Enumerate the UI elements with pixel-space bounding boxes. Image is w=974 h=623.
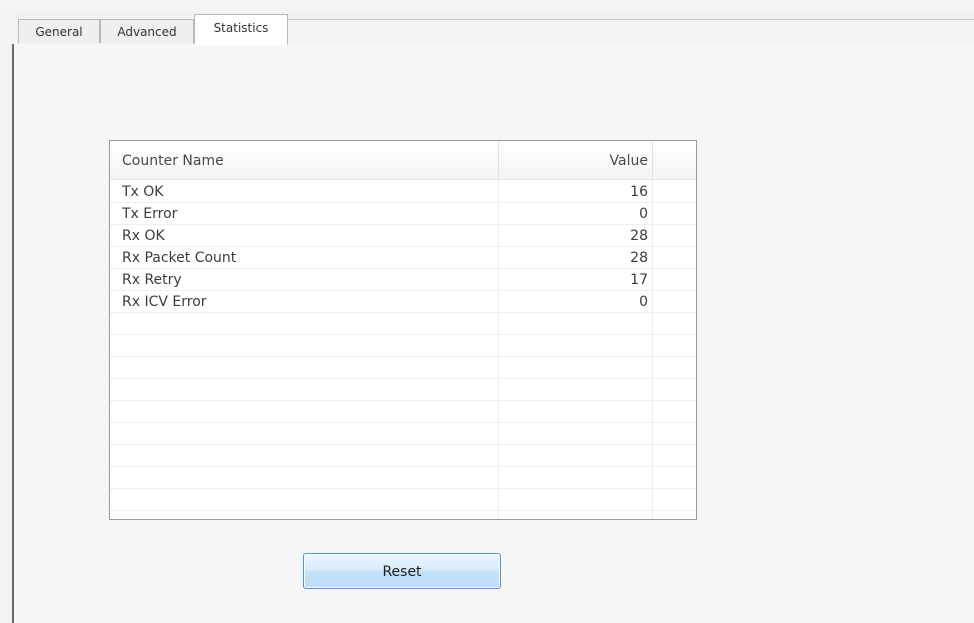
column-header-counter-name[interactable]: Counter Name <box>122 141 498 179</box>
table-row[interactable]: Tx Error 0 <box>110 203 696 225</box>
tab-bar-fill <box>288 19 974 44</box>
tab-advanced[interactable]: Advanced <box>100 19 194 43</box>
list-header: Counter Name Value <box>110 141 696 180</box>
tab-statistics[interactable]: Statistics <box>194 14 288 45</box>
counter-value-cell: 17 <box>630 272 648 288</box>
statistics-list[interactable]: Counter Name Value Tx OK 16 Tx Error 0 R… <box>109 140 697 520</box>
table-row[interactable]: Rx OK 28 <box>110 225 696 247</box>
empty-row <box>110 423 696 445</box>
empty-row <box>110 379 696 401</box>
tab-bar: General Advanced Statistics <box>12 12 974 45</box>
column-header-value[interactable]: Value <box>498 141 652 179</box>
empty-row <box>110 357 696 379</box>
counter-name-cell: Rx ICV Error <box>122 294 207 310</box>
tab-general[interactable]: General <box>18 19 100 43</box>
table-row[interactable]: Rx Retry 17 <box>110 269 696 291</box>
empty-row <box>110 467 696 489</box>
table-row[interactable]: Rx ICV Error 0 <box>110 291 696 313</box>
counter-value-cell: 16 <box>630 184 648 200</box>
reset-button[interactable]: Reset <box>303 553 501 589</box>
empty-row <box>110 445 696 467</box>
counter-value-cell: 28 <box>630 250 648 266</box>
counter-value-cell: 0 <box>639 294 648 310</box>
properties-dialog: General Advanced Statistics Counter Name… <box>0 0 974 623</box>
counter-name-cell: Rx Retry <box>122 272 182 288</box>
column-separator[interactable] <box>652 141 653 179</box>
empty-row <box>110 401 696 423</box>
counter-name-cell: Tx Error <box>122 206 178 222</box>
empty-row <box>110 335 696 357</box>
empty-row <box>110 489 696 511</box>
counter-name-cell: Rx Packet Count <box>122 250 237 266</box>
table-row[interactable]: Tx OK 16 <box>110 181 696 203</box>
top-strip <box>0 0 974 12</box>
empty-row <box>110 313 696 335</box>
counter-value-cell: 28 <box>630 228 648 244</box>
counter-value-cell: 0 <box>639 206 648 222</box>
table-row[interactable]: Rx Packet Count 28 <box>110 247 696 269</box>
counter-name-cell: Tx OK <box>122 184 164 200</box>
counter-name-cell: Rx OK <box>122 228 165 244</box>
